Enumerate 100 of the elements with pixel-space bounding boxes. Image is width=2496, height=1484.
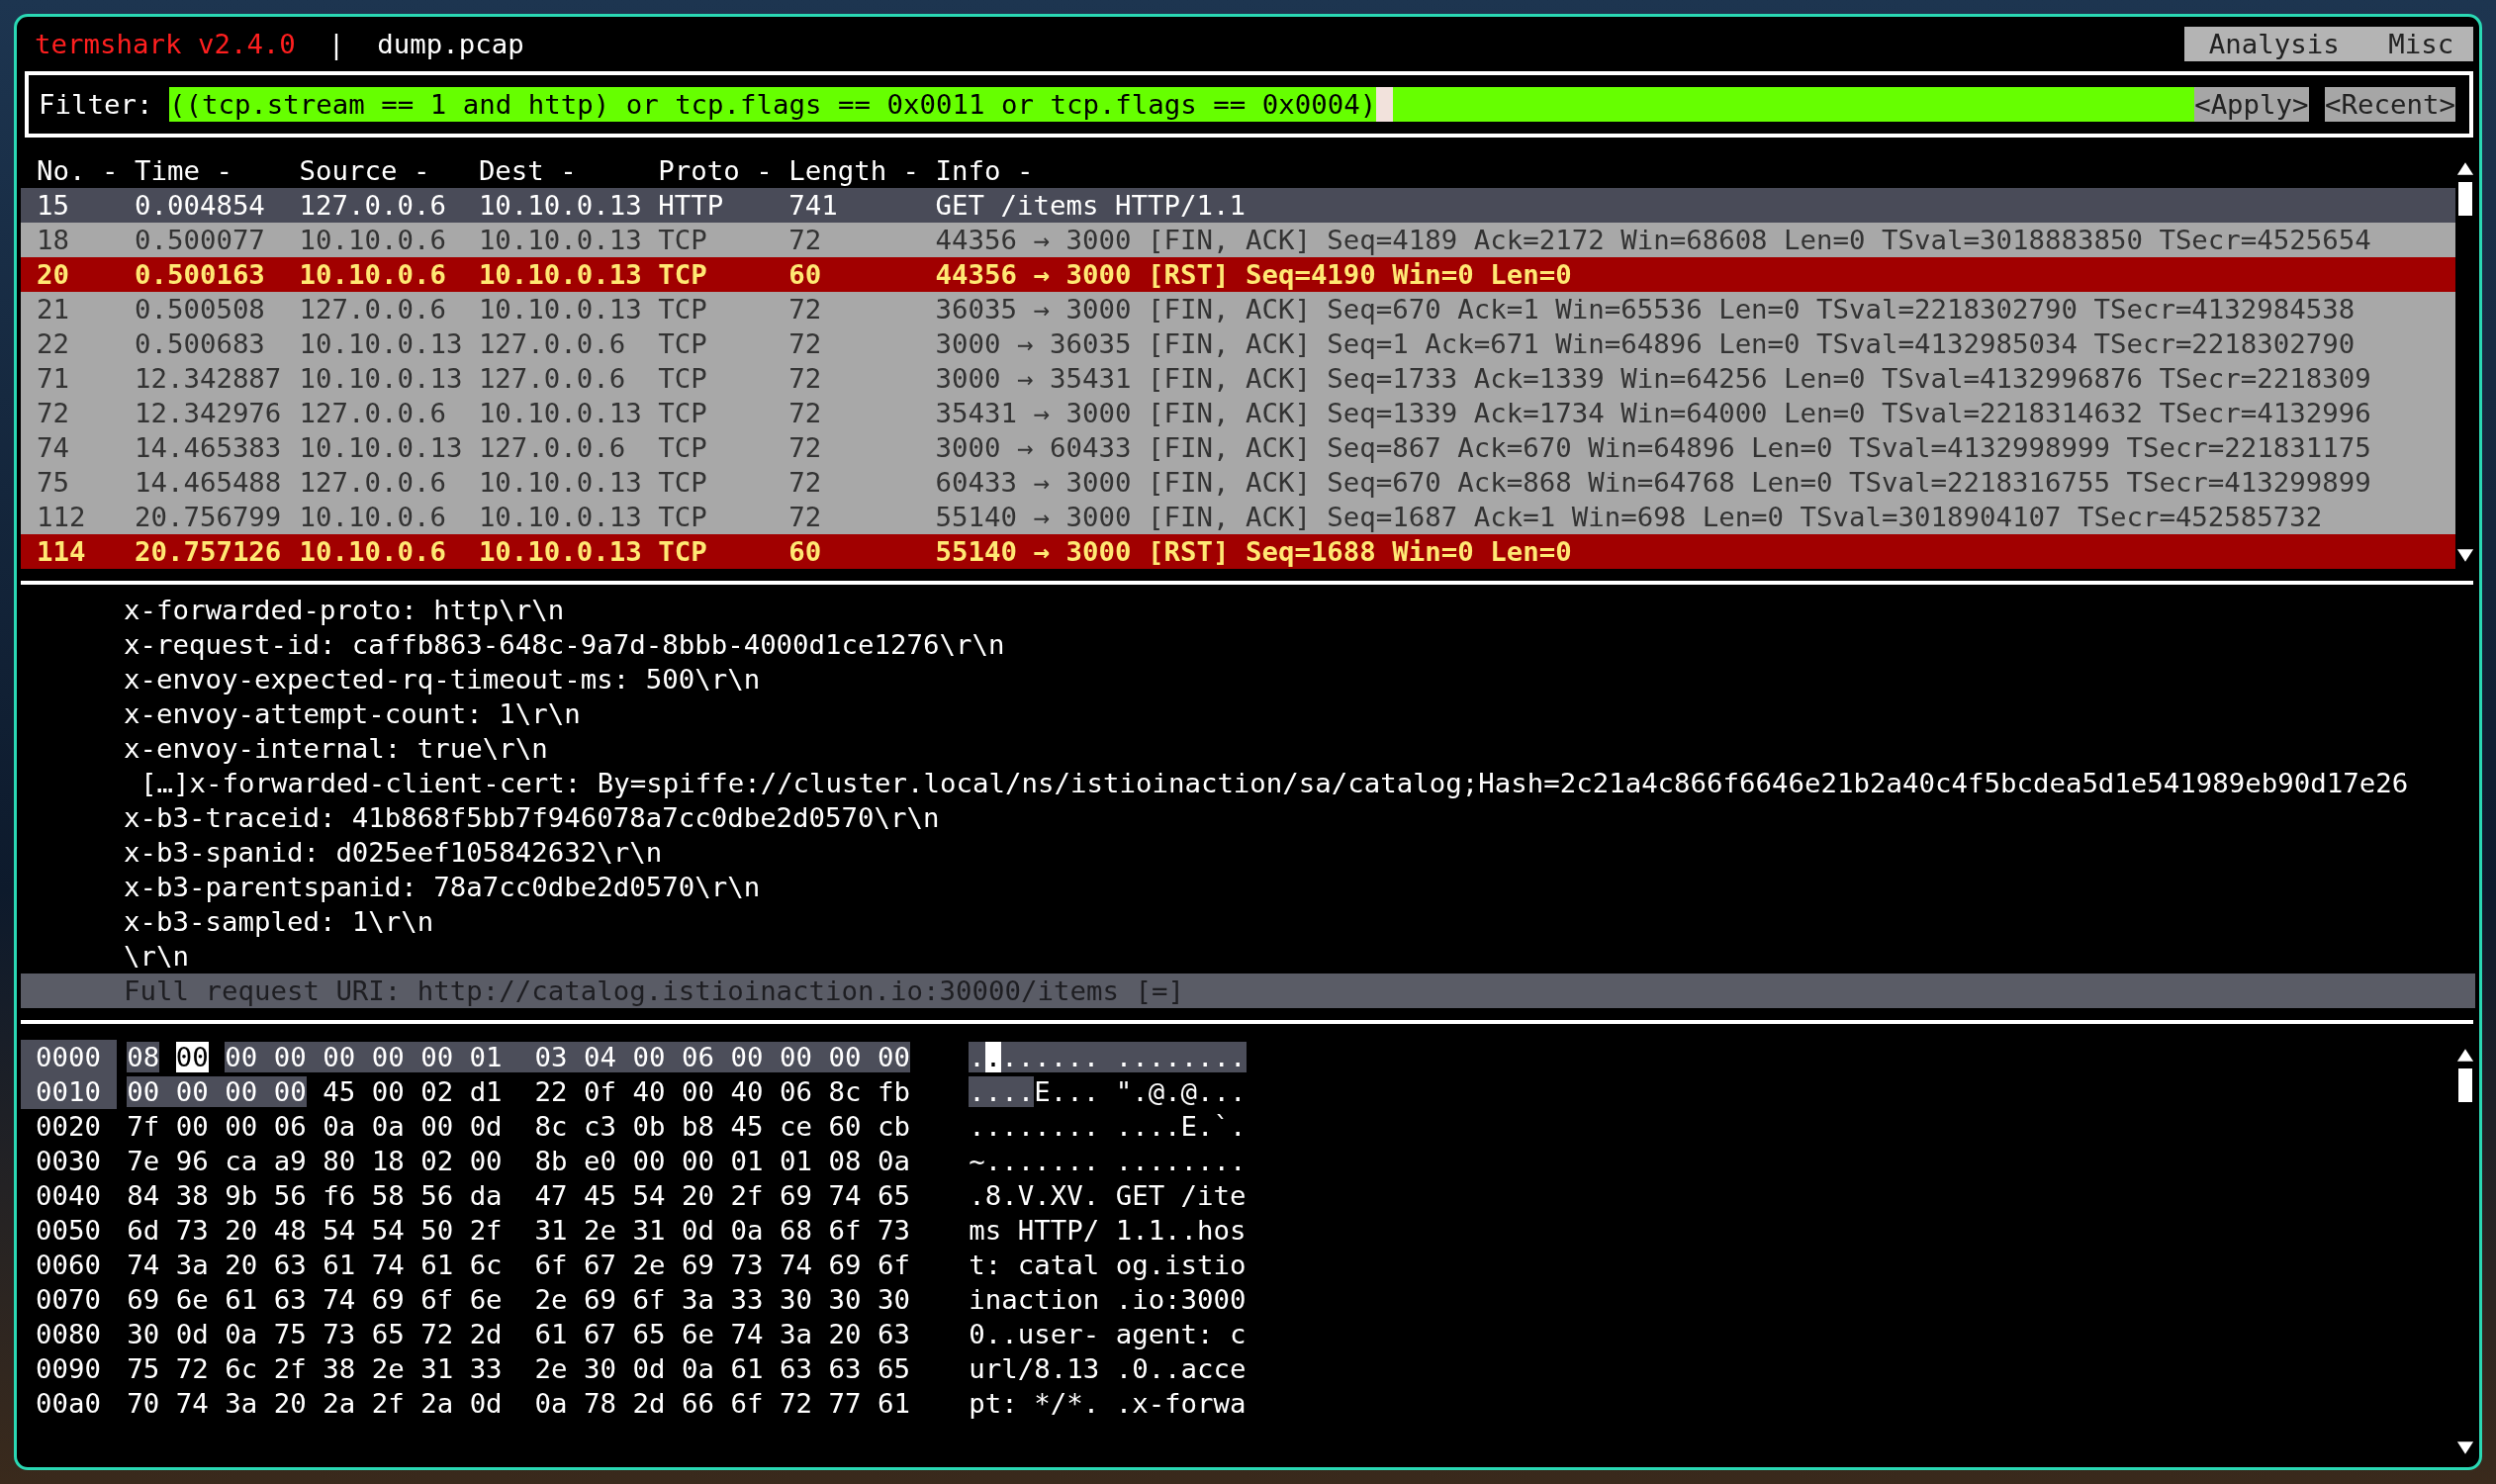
table-cell-text: 127.0.0.6 (299, 293, 447, 326)
table-cell-text: 14.465383 (134, 431, 283, 465)
table-cell-text: 44356 → 3000 [FIN, ACK] Seq=4189 Ack=2172 Win=68608 Len=0 TSval=3018883850 TSecr=4525654 (935, 224, 2372, 257)
table-cell-text: GET /items HTTP/1.1 (935, 189, 1247, 223)
table-cell-text: 72 (788, 293, 823, 326)
hex-bytes: 74 3a 20 63 61 74 61 6c 6f 67 2e 69 73 74 69 6f (127, 1250, 910, 1280)
detail-line[interactable]: x-envoy-internal: true\r\n (21, 731, 2475, 766)
ascii-text: 0..user- agent: c (969, 1319, 1247, 1349)
packet-row[interactable]: 15 0.004854 127.0.0.6 10.10.0.13 HTTP 741 GET /items HTTP/1.1 (21, 188, 2455, 223)
table-cell-text: 10.10.0.13 (478, 189, 643, 223)
table-cell-text: TCP (658, 327, 708, 361)
ascii-text: E... ".@.@... (1034, 1076, 1247, 1107)
table-cell-text: 114 (37, 535, 87, 569)
menu-item[interactable]: Misc (2388, 27, 2454, 61)
table-cell-text: 44356 → 3000 [RST] Seq=4190 Win=0 Len=0 (935, 258, 1573, 292)
scroll-down-icon[interactable] (2456, 548, 2474, 563)
table-cell-text: TCP (658, 258, 708, 292)
table-cell-text: TCP (658, 362, 708, 396)
hex-bytes: 00 (175, 1042, 209, 1072)
table-cell-text: 0.500508 (134, 293, 266, 326)
hex-bytes: 00 00 00 00 (127, 1076, 307, 1107)
detail-line[interactable]: x-envoy-expected-rq-timeout-ms: 500\r\n (21, 662, 2475, 696)
scrollbar-thumb[interactable] (2458, 1068, 2472, 1102)
detail-line[interactable]: x-envoy-attempt-count: 1\r\n (21, 696, 2475, 731)
detail-line[interactable]: x-forwarded-proto: http\r\n (21, 593, 2475, 627)
table-cell-text: 3000 → 35431 [FIN, ACK] Seq=1733 Ack=1339 Win=64256 Len=0 TSval=4132996876 TSecr=2218309 (935, 362, 2372, 396)
table-cell-text: 10.10.0.6 (299, 224, 447, 257)
filter-button[interactable]: <Apply> (2194, 87, 2309, 122)
table-cell-text: 12.342976 (134, 397, 283, 430)
table-cell-text: 72 (788, 327, 823, 361)
table-cell-text: 72 (788, 431, 823, 465)
detail-line[interactable]: \r\n (21, 939, 2475, 974)
table-cell-text: 3000 → 36035 [FIN, ACK] Seq=1 Ack=671 Win=64896 Len=0 TSval=4132985034 TSecr=2218302790 (935, 327, 2357, 361)
table-cell-text: 75 (37, 466, 70, 500)
scroll-up-icon[interactable] (2456, 1048, 2474, 1063)
menu-item[interactable]: Analysis (2208, 27, 2340, 61)
hex-bytes: 00 00 00 00 00 01 03 04 00 06 00 00 00 00 (225, 1042, 910, 1072)
detail-line[interactable]: x-b3-sampled: 1\r\n (21, 904, 2475, 939)
packet-row[interactable]: 20 0.500163 10.10.0.6 10.10.0.13 TCP 60 44356 → 3000 [RST] Seq=4190 Win=0 Len=0 (21, 257, 2455, 292)
filter-field[interactable]: ((tcp.stream == 1 and http) or tcp.flags == 0x0011 or tcp.flags == 0x0004) (168, 87, 2195, 122)
table-cell-text: 10.10.0.13 (478, 397, 643, 430)
table-cell-text: 74 (37, 431, 70, 465)
table-cell-text: 127.0.0.6 (478, 362, 627, 396)
column-header[interactable]: Info - (935, 153, 2455, 188)
table-cell-text: 72 (788, 224, 823, 257)
table-cell-text: 127.0.0.6 (299, 189, 447, 223)
detail-line[interactable]: x-request-id: caffb863-648c-9a7d-8bbb-4000d1ce1276\r\n (21, 627, 2475, 662)
scroll-down-icon[interactable] (2456, 1440, 2474, 1455)
column-header[interactable]: Proto - (658, 153, 789, 188)
hex-bytes: 7f 00 00 06 0a 0a 00 0d 8c c3 0b b8 45 ce 60 cb (127, 1111, 910, 1142)
detail-line[interactable]: x-b3-parentspanid: 78a7cc0dbe2d0570\r\n (21, 870, 2475, 904)
packet-row[interactable]: 21 0.500508 127.0.0.6 10.10.0.13 TCP 72 36035 → 3000 [FIN, ACK] Seq=670 Ack=1 Win=65536 Len=0 TSval=2218302790 TSecr=4132984538 (21, 292, 2455, 326)
scroll-up-icon[interactable] (2456, 161, 2474, 176)
packet-row[interactable]: 22 0.500683 10.10.0.13 127.0.0.6 TCP 72 3000 → 36035 [FIN, ACK] Seq=1 Ack=671 Win=64896 Len=0 TSval=4132985034 TSecr=2218302790 (21, 326, 2455, 361)
table-cell-text: TCP (658, 224, 708, 257)
table-cell-text: TCP (658, 397, 708, 430)
table-cell-text: 72 (788, 466, 823, 500)
ascii-text: pt: */*. .x-forwa (969, 1388, 1247, 1419)
hex-bytes: 6d 73 20 48 54 54 50 2f 31 2e 31 0d 0a 68 6f 73 (127, 1215, 910, 1246)
ascii-text: inaction .io:3000 (969, 1284, 1247, 1315)
packet-row[interactable]: 112 20.756799 10.10.0.6 10.10.0.13 TCP 72 55140 → 3000 [FIN, ACK] Seq=1687 Ack=1 Win=698 Len=0 TSval=3018904107 TSecr=452585732 (21, 500, 2455, 534)
scrollbar-thumb[interactable] (2458, 182, 2472, 216)
table-cell-text: 22 (37, 327, 70, 361)
detail-line[interactable]: x-b3-traceid: 41b868f5bb7f946078a7cc0dbe2d0570\r\n (21, 800, 2475, 835)
packet-row[interactable]: 114 20.757126 10.10.0.6 10.10.0.13 TCP 60 55140 → 3000 [RST] Seq=1688 Win=0 Len=0 (21, 534, 2455, 569)
table-cell-text: 10.10.0.13 (478, 535, 643, 569)
table-cell-text: 10.10.0.13 (478, 224, 643, 257)
ascii-text: ms HTTP/ 1.1..hos (969, 1215, 1247, 1246)
offset-cell-text: 0020 (35, 1110, 102, 1144)
packet-row[interactable]: 18 0.500077 10.10.0.6 10.10.0.13 TCP 72 44356 → 3000 [FIN, ACK] Seq=4189 Ack=2172 Win=68608 Len=0 TSval=3018883850 TSecr=4525654 (21, 223, 2455, 257)
detail-line[interactable]: […]x-forwarded-client-cert: By=spiffe://cluster.local/ns/istioinaction/sa/catalog;Hash=2c21a4c866f6646e21b2a40c4f5bcdea5d1e541989eb90d17e26 (21, 766, 2475, 800)
table-cell-text: 3000 → 60433 [FIN, ACK] Seq=867 Ack=670 Win=64896 Len=0 TSval=4132998999 TSecr=221831175 (935, 431, 2372, 465)
table-cell-text: 127.0.0.6 (299, 397, 447, 430)
column-header[interactable]: Time - (134, 153, 300, 188)
table-cell-text: 72 (788, 362, 823, 396)
ascii-text: ~....... ........ (969, 1146, 1247, 1176)
filter-button[interactable]: <Recent> (2325, 87, 2455, 122)
table-cell-text: 12.342887 (134, 362, 283, 396)
table-cell-text: 72 (37, 397, 70, 430)
offset-cell-text: 00a0 (35, 1387, 102, 1421)
text-cursor (1376, 87, 1393, 122)
table-cell-text: 71 (37, 362, 70, 396)
column-header[interactable]: Length - (788, 153, 936, 188)
packet-row[interactable]: 71 12.342887 10.10.0.13 127.0.0.6 TCP 72 3000 → 35431 [FIN, ACK] Seq=1733 Ack=1339 Win=64256 Len=0 TSval=4132996876 TSecr=2218309 (21, 361, 2455, 396)
column-header[interactable]: Dest - (478, 153, 659, 188)
table-cell-text: 10.10.0.13 (478, 466, 643, 500)
hex-bytes: 30 0d 0a 75 73 65 72 2d 61 67 65 6e 74 3a 20 63 (127, 1319, 910, 1349)
table-cell-text: HTTP (658, 189, 725, 223)
table-cell-text: 127.0.0.6 (478, 327, 627, 361)
column-header[interactable]: No. - (37, 153, 135, 188)
table-cell-text: TCP (658, 431, 708, 465)
table-cell-text: 20.756799 (134, 501, 283, 534)
packet-row[interactable]: 72 12.342976 127.0.0.6 10.10.0.13 TCP 72 35431 → 3000 [FIN, ACK] Seq=1339 Ack=1734 Win=64000 Len=0 TSval=2218314632 TSecr=4132996 (21, 396, 2455, 430)
table-cell-text: 36035 → 3000 [FIN, ACK] Seq=670 Ack=1 Win=65536 Len=0 TSval=2218302790 TSecr=4132984538 (935, 293, 2357, 326)
title-separator: | (327, 28, 345, 61)
column-header[interactable]: Source - (299, 153, 479, 188)
table-cell-text: 127.0.0.6 (478, 431, 627, 465)
packet-row[interactable]: 75 14.465488 127.0.0.6 10.10.0.13 TCP 72 60433 → 3000 [FIN, ACK] Seq=670 Ack=868 Win=64768 Len=0 TSval=2218316755 TSecr=413299899 (21, 465, 2455, 500)
detail-line[interactable]: x-b3-spanid: d025eef105842632\r\n (21, 835, 2475, 870)
packet-row[interactable]: 74 14.465383 10.10.0.13 127.0.0.6 TCP 72 3000 → 60433 [FIN, ACK] Seq=867 Ack=670 Win=64896 Len=0 TSval=4132998999 TSecr=221831175 (21, 430, 2455, 465)
